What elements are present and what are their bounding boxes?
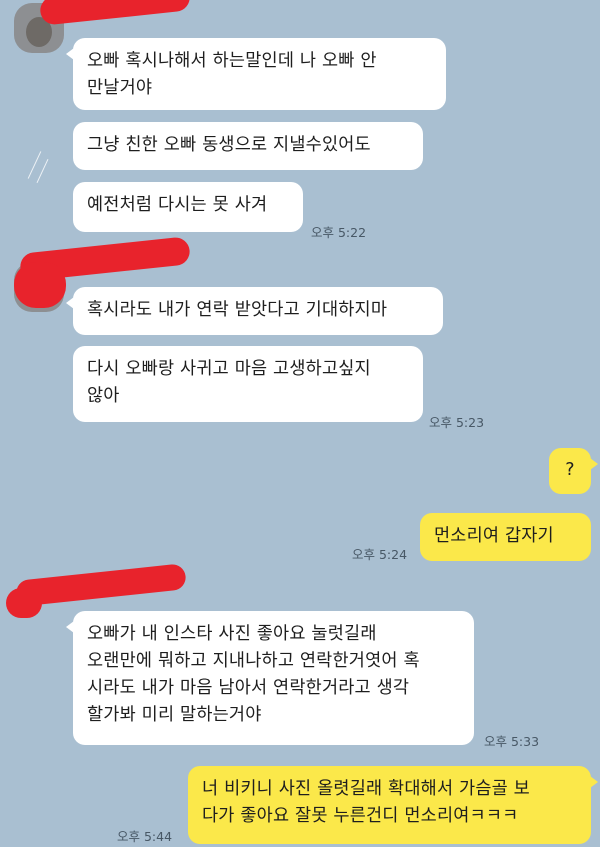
photo-scratch (36, 159, 49, 183)
incoming-message: 다시 오빠랑 사귀고 마음 고생하고싶지 않아 (73, 346, 423, 422)
outgoing-message: 먼소리여 갑자기 (420, 513, 591, 561)
redacted-avatar-mark (6, 588, 42, 618)
message-timestamp: 오후 5:33 (484, 734, 540, 749)
incoming-message: 오빠가 내 인스타 사진 좋아요 눌럿길래 오랜만에 뭐하고 지내나하고 연락한… (66, 611, 474, 745)
message-timestamp: 오후 5:22 (311, 225, 367, 240)
message-timestamp: 오후 5:44 (117, 829, 173, 844)
message-timestamp: 오후 5:23 (429, 415, 485, 430)
incoming-message: 예전처럼 다시는 못 사겨 (73, 182, 303, 232)
outgoing-message: 너 비키니 사진 올렷길래 확대해서 가슴골 보 다가 좋아요 잘못 누른건디 … (188, 766, 598, 844)
redacted-avatar-mark (14, 262, 66, 308)
incoming-message: 그냥 친한 오빠 동생으로 지낼수있어도 (73, 122, 423, 170)
message-timestamp: 오후 5:24 (352, 547, 408, 562)
incoming-message: 혹시라도 내가 연락 받앗다고 기대하지마 (66, 287, 443, 335)
redacted-name-mark (38, 0, 192, 26)
incoming-message: 오빠 혹시나해서 하는말인데 나 오빠 안 만날거야 (66, 38, 446, 110)
outgoing-message: ? (549, 448, 598, 494)
